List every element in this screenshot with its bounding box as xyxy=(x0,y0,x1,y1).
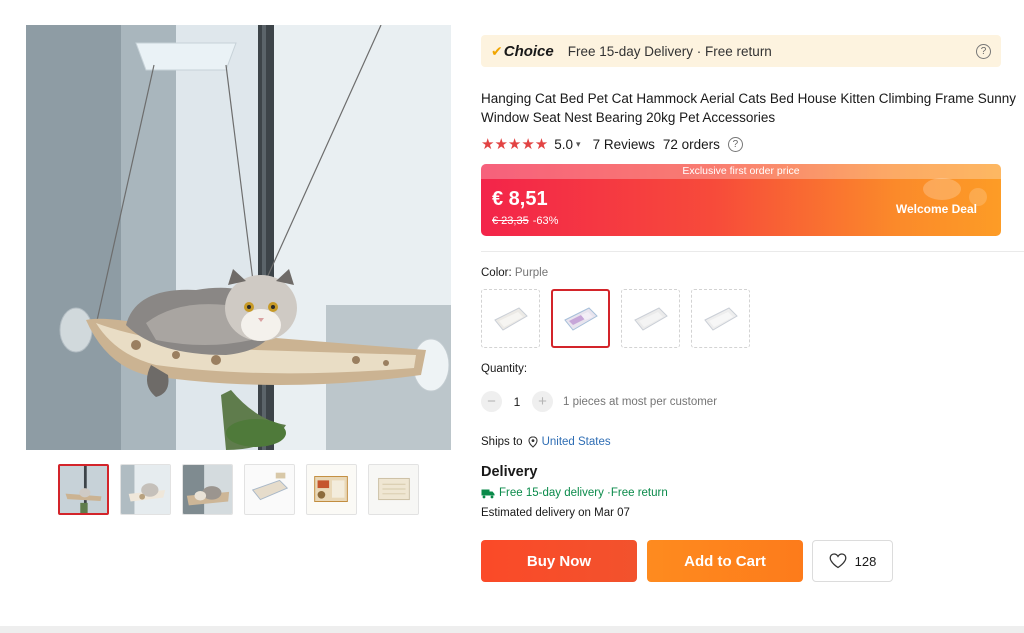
thumbnail-strip xyxy=(58,464,419,515)
color-selected-value: Purple xyxy=(514,267,549,279)
wishlist-count: 128 xyxy=(854,553,877,569)
delivery-heading: Delivery xyxy=(481,464,538,480)
add-to-cart-button[interactable]: Add to Cart xyxy=(647,540,803,582)
color-swatch-2-purple[interactable] xyxy=(551,289,610,348)
quantity-value[interactable]: 1 xyxy=(502,395,532,409)
location-pin-icon xyxy=(528,436,538,448)
truck-icon xyxy=(481,488,495,499)
delivery-free-row: Free 15-day delivery ·Free return xyxy=(481,487,668,499)
original-price: € 23,35 xyxy=(492,215,529,227)
chevron-down-icon[interactable]: ▾ xyxy=(576,139,581,150)
thumbnail-5[interactable] xyxy=(306,464,357,515)
buy-now-button[interactable]: Buy Now xyxy=(481,540,637,582)
rating-row: ★★★★★ 5.0 ▾ 7 Reviews 72 orders ? xyxy=(481,135,743,153)
question-circle-icon[interactable]: ? xyxy=(976,43,991,59)
thumbnail-6[interactable] xyxy=(368,464,419,515)
choice-benefits-text: Free 15-day Delivery · Free return xyxy=(567,43,772,59)
ships-to-country-link[interactable]: United States xyxy=(542,436,611,448)
price-banner-label: Exclusive first order price xyxy=(481,164,1001,179)
question-circle-icon[interactable]: ? xyxy=(727,136,743,152)
product-page: ✔ Choice Free 15-day Delivery · Free ret… xyxy=(0,0,1024,633)
color-swatches xyxy=(481,289,750,348)
product-title: Hanging Cat Bed Pet Cat Hammock Aerial C… xyxy=(481,91,1016,125)
divider xyxy=(481,251,1024,252)
thumbnail-3[interactable] xyxy=(182,464,233,515)
wishlist-button[interactable]: 128 xyxy=(812,540,893,582)
quantity-limit-note: 1 pieces at most per customer xyxy=(563,395,718,408)
discount-percent: -63% xyxy=(532,215,559,227)
quantity-label: Quantity: xyxy=(481,363,528,375)
choice-banner: ✔ Choice Free 15-day Delivery · Free ret… xyxy=(481,35,1001,67)
quantity-decrease-button[interactable]: − xyxy=(481,391,502,412)
welcome-deal-label: Welcome Deal xyxy=(895,202,977,216)
thumbnail-1[interactable] xyxy=(58,464,109,515)
delivery-free-text: Free 15-day delivery ·Free return xyxy=(499,487,668,499)
banner-decoration xyxy=(923,178,961,200)
choice-logo-text: Choice xyxy=(503,42,554,60)
delivery-estimate: Estimated delivery on Mar 07 xyxy=(481,507,630,519)
reviews-link[interactable]: 7 Reviews xyxy=(593,137,655,152)
color-label-text: Color: xyxy=(481,267,512,279)
thumbnail-2[interactable] xyxy=(120,464,171,515)
page-bottom-strip xyxy=(0,626,1024,633)
quantity-increase-button[interactable]: + xyxy=(532,391,553,412)
quantity-stepper: − 1 + 1 pieces at most per customer xyxy=(481,391,717,412)
ships-to-row: Ships to United States xyxy=(481,436,611,448)
current-price: € 8,51 xyxy=(492,188,548,210)
thumbnail-4[interactable] xyxy=(244,464,295,515)
color-label: Color: Purple xyxy=(481,267,548,279)
choice-logo: ✔ Choice xyxy=(491,43,554,60)
orders-count: 72 orders xyxy=(662,136,720,152)
ships-to-label: Ships to xyxy=(481,436,523,448)
rating-score[interactable]: 5.0 xyxy=(554,137,573,152)
heart-icon xyxy=(829,553,847,569)
main-product-image[interactable] xyxy=(26,25,451,450)
rating-stars: ★★★★★ xyxy=(481,136,549,153)
color-swatch-1[interactable] xyxy=(481,289,540,348)
original-price-row: € 23,35 -63% xyxy=(492,215,558,227)
price-banner: Exclusive first order price € 8,51 € 23,… xyxy=(481,164,1001,236)
color-swatch-4[interactable] xyxy=(691,289,750,348)
color-swatch-3[interactable] xyxy=(621,289,680,348)
check-icon: ✔ xyxy=(491,42,503,59)
